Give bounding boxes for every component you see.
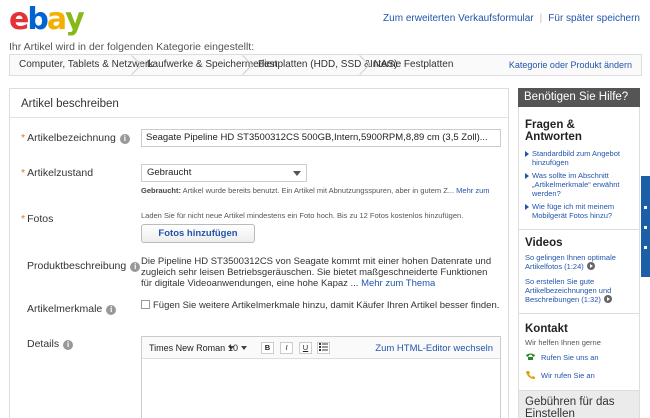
title-input[interactable]: Seagate Pipeline HD ST3500312CS 500GB,In… — [141, 129, 501, 147]
condition-help-bold: Gebraucht: — [141, 186, 182, 195]
underline-button[interactable]: U — [299, 342, 312, 354]
required-star: * — [21, 132, 26, 144]
advanced-form-link[interactable]: Zum erweiterten Verkaufsformular — [383, 13, 534, 24]
tab-dot — [644, 246, 647, 249]
photos-hint: Laden Sie für nicht neue Artikel mindest… — [141, 211, 464, 220]
list-icon — [319, 343, 328, 351]
section-title: Artikel beschreiben — [21, 98, 119, 110]
faq-item[interactable]: Wie füge ich mit meinem Mobilgerät Fotos… — [525, 202, 633, 220]
divider — [10, 117, 508, 118]
font-size-select[interactable]: 10 — [228, 343, 248, 353]
product-description: Die Pipeline HD ST3500312CS von Seagate … — [141, 256, 501, 289]
link-separator: | — [539, 13, 543, 24]
video-item[interactable]: So gelingen Ihnen optimale Artikelfotos … — [525, 253, 633, 271]
logo-letter-a: a — [46, 2, 67, 37]
required-star: * — [21, 167, 26, 179]
required-star: * — [21, 213, 26, 225]
font-size-value: 10 — [228, 343, 239, 353]
breadcrumb-item-interne: Interne Festplatten — [370, 59, 454, 70]
condition-help-text: Gebraucht: Artikel wurde bereits benutzt… — [141, 186, 490, 195]
product-description-label-text: Produktbeschreibung — [27, 260, 127, 272]
photos-label-text: Fotos — [27, 213, 54, 225]
condition-value: Gebraucht — [147, 167, 192, 178]
chevron-down-icon — [293, 171, 301, 176]
describe-item-panel: Artikel beschreiben * Artikelbezeichnung i… — [9, 88, 509, 418]
condition-label-text: Artikelzustand — [27, 167, 94, 179]
save-for-later-link[interactable]: Für später speichern — [548, 13, 640, 24]
callback-text: Wir rufen Sie an — [541, 371, 595, 380]
details-label-text: Details — [27, 338, 60, 350]
header-links: Zum erweiterten Verkaufsformular | Für spä… — [383, 13, 640, 24]
add-photos-button[interactable]: Fotos hinzufügen — [141, 224, 255, 243]
product-description-label: Produktbeschreibung i — [27, 260, 141, 272]
video-item-text: So gelingen Ihnen optimale Artikelfotos … — [525, 253, 616, 271]
breadcrumb: Computer, Tablets & Netzwerk Laufwerke &… — [9, 54, 642, 76]
call-us-link[interactable]: Rufen Sie uns an — [525, 352, 633, 364]
feedback-side-tab[interactable] — [641, 176, 650, 277]
condition-help-body: Artikel wurde bereits benutzt. Ein Artik… — [181, 186, 457, 195]
logo-letter-e: e — [9, 2, 29, 37]
change-category-link[interactable]: Kategorie oder Produkt ändern — [509, 55, 632, 75]
ebay-logo[interactable]: ebay — [9, 2, 85, 37]
title-label: * Artikelbezeichnung i — [21, 132, 130, 144]
info-icon[interactable]: i — [106, 305, 117, 315]
play-icon — [586, 262, 595, 270]
condition-more-link[interactable]: Mehr zum — [456, 186, 489, 195]
condition-label: * Artikelzustand — [21, 167, 93, 179]
font-family-value: Times New Roman — [149, 343, 226, 353]
tab-dot — [644, 226, 647, 229]
logo-letter-b: b — [27, 2, 49, 37]
chevron-down-icon — [241, 346, 248, 350]
fees-panel: Gebühren für das Einstellen — [518, 390, 640, 418]
help-header: Benötigen Sie Hilfe? — [518, 88, 640, 107]
contact-subtitle: Wir helfen Ihnen gerne — [525, 338, 601, 347]
category-label: Ihr Artikel wird in der folgenden Katego… — [9, 41, 255, 53]
call-us-text: Rufen Sie uns an — [541, 353, 599, 362]
info-icon[interactable]: i — [119, 134, 130, 144]
editor-toolbar: Times New Roman 10 B I U Zum HTML-Editor… — [142, 337, 500, 359]
videos-title: Videos — [525, 237, 563, 249]
faq-title: Fragen & Antworten — [525, 119, 582, 143]
italic-button[interactable]: I — [280, 342, 293, 354]
features-label: Artikelmerkmale i — [27, 303, 117, 315]
video-item[interactable]: So erstellen Sie gute Artikelbezeichnung… — [525, 277, 633, 304]
product-description-text: Die Pipeline HD ST3500312CS von Seagate … — [141, 256, 492, 289]
faq-item[interactable]: Was sollte im Abschnitt „Artikelmerkmale… — [525, 171, 633, 198]
font-family-select[interactable]: Times New Roman — [149, 343, 235, 353]
phone-icon — [526, 353, 535, 360]
play-icon — [603, 295, 612, 303]
product-description-more-link[interactable]: Mehr zum Thema — [361, 278, 435, 289]
features-text: Fügen Sie weitere Artikelmerkmale hinzu,… — [153, 300, 500, 311]
photos-label: * Fotos — [21, 213, 53, 225]
html-editor-link[interactable]: Zum HTML-Editor wechseln — [375, 343, 493, 354]
details-editor[interactable]: Times New Roman 10 B I U Zum HTML-Editor… — [141, 336, 501, 418]
faq-item[interactable]: Standardbild zum Angebot hinzufügen — [525, 149, 633, 167]
help-box: Fragen & Antworten Standardbild zum Ange… — [518, 107, 640, 397]
condition-select[interactable]: Gebraucht — [141, 164, 307, 182]
callback-phone-icon — [526, 371, 535, 379]
info-icon[interactable]: i — [130, 262, 141, 272]
help-sidebar: Benötigen Sie Hilfe? Fragen & Antworten … — [518, 88, 640, 397]
tab-dot — [644, 206, 647, 209]
video-item-text: So erstellen Sie gute Artikelbezeichnung… — [525, 277, 612, 304]
details-label: Details i — [27, 338, 74, 350]
bold-button[interactable]: B — [261, 342, 274, 354]
features-label-text: Artikelmerkmale — [27, 303, 103, 315]
logo-letter-y: y — [65, 2, 85, 37]
faq-list: Standardbild zum Angebot hinzufügen Was … — [525, 149, 633, 220]
features-checkbox[interactable] — [141, 300, 150, 309]
info-icon[interactable]: i — [63, 340, 74, 350]
contact-title: Kontakt — [525, 323, 568, 335]
features-option[interactable]: Fügen Sie weitere Artikelmerkmale hinzu,… — [141, 300, 499, 311]
list-button[interactable] — [317, 342, 330, 354]
title-label-text: Artikelbezeichnung — [27, 132, 116, 144]
